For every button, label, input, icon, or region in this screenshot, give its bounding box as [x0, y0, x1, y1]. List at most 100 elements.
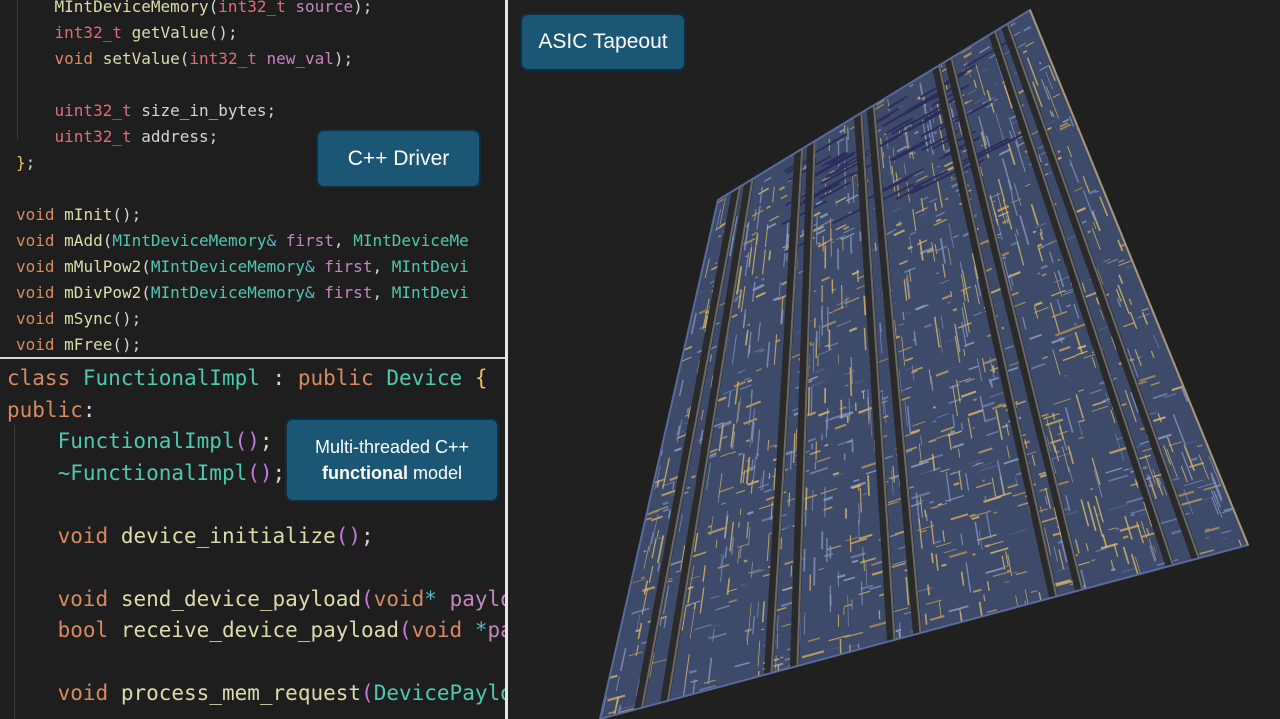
code-token: int32_t — [54, 23, 122, 42]
callout-model-rest: model — [407, 463, 463, 483]
code-token: mFree — [64, 335, 113, 354]
code-token: () — [234, 429, 260, 453]
code-token: ~FunctionalImpl — [57, 460, 248, 485]
code-token: void — [57, 523, 109, 548]
callout-model-line2: functional model — [322, 460, 462, 486]
code-token: first — [324, 257, 373, 276]
code-token: & — [266, 231, 277, 250]
callout-model-line1: Multi-threaded C++ — [314, 437, 470, 457]
code-line: FunctionalImpl(); — [7, 426, 273, 457]
code-line: void mMulPow2(MIntDeviceMemory& first, M… — [16, 254, 469, 280]
code-pane-functional-model: class FunctionalImpl : public Device { pu… — [0, 359, 505, 719]
code-line: int32_t getValue(); — [16, 20, 238, 46]
code-token: int32_t — [189, 49, 257, 68]
code-token: new_val — [266, 49, 334, 68]
code-token: & — [305, 283, 315, 302]
code-token: void — [411, 618, 463, 642]
code-token: MIntDevi — [391, 283, 469, 302]
code-token: void — [16, 309, 55, 328]
code-token: mAdd — [64, 231, 103, 250]
chip-layout-image — [598, 8, 1250, 719]
code-token: ( — [102, 231, 113, 250]
code-line: void mInit(); — [16, 202, 141, 228]
code-token: paylo — [449, 586, 505, 611]
callout-model-bold: functional — [321, 463, 408, 483]
code-line: uint32_t address; — [16, 124, 219, 150]
code-token: uint32_t — [54, 101, 132, 120]
code-token: pa — [487, 618, 505, 642]
code-token: mDivPow2 — [64, 283, 142, 302]
code-token: MIntDeviceMemory — [16, 0, 209, 16]
code-token: ; — [361, 523, 374, 548]
code-line: void process_mem_request(DevicePaylo — [7, 678, 505, 709]
code-token: void — [57, 586, 109, 611]
code-token: void — [16, 257, 55, 276]
code-token: bool — [57, 618, 109, 642]
callout-asic-tapeout: ASIC Tapeout — [520, 13, 686, 71]
code-token: (); — [112, 205, 142, 224]
code-token: (); — [112, 309, 142, 328]
code-token: void — [16, 231, 55, 250]
code-token: & — [305, 257, 315, 276]
code-token: FunctionalImpl — [82, 366, 260, 390]
code-token: (); — [112, 335, 142, 354]
code-token: uint32_t — [54, 127, 132, 146]
code-token: ); — [353, 0, 373, 16]
code-token: (); — [208, 23, 238, 42]
code-token: device_initialize — [120, 523, 336, 548]
code-token: ( — [208, 0, 219, 16]
code-token: process_mem_request — [120, 681, 362, 705]
code-token: public — [7, 397, 83, 422]
code-token: first — [324, 283, 373, 302]
code-token: { — [474, 366, 488, 390]
callout-cpp-driver: C++ Driver — [316, 129, 481, 188]
code-token: ); — [333, 49, 354, 68]
code-token: ( — [141, 257, 151, 276]
code-line: MIntDeviceMemory(int32_t source); — [16, 0, 373, 20]
code-line: void mFree(); — [16, 332, 141, 357]
code-token: Device — [386, 366, 463, 390]
callout-asic-tapeout-label: ASIC Tapeout — [538, 30, 668, 53]
code-token: } — [16, 153, 26, 172]
code-line: }; — [16, 150, 35, 176]
code-token: , — [372, 257, 392, 276]
code-token: DevicePaylo — [373, 681, 505, 705]
code-token: MIntDeviceMemory — [112, 231, 267, 250]
code-token: () — [247, 460, 273, 485]
code-token: mSync — [64, 309, 113, 328]
code-token: ( — [141, 283, 151, 302]
code-line: class FunctionalImpl : public Device { — [7, 363, 488, 394]
code-token: , — [333, 231, 354, 250]
code-token: int32_t — [218, 0, 286, 16]
callout-functional-model: Multi-threaded C++ functional model — [285, 418, 499, 502]
code-token: receive_device_payload — [120, 618, 399, 642]
code-line: ~FunctionalImpl(); — [7, 458, 286, 489]
code-token: MIntDeviceMemory — [150, 257, 305, 276]
code-token: ( — [398, 618, 412, 642]
code-token: address; — [131, 127, 219, 146]
code-token: void — [16, 205, 55, 224]
code-token: size_in_bytes; — [131, 101, 277, 120]
code-line: void send_device_payload(void* paylo — [7, 584, 505, 615]
code-token: ( — [361, 586, 374, 611]
code-token: * — [474, 618, 488, 642]
code-line: void mAdd(MIntDeviceMemory& first, MIntD… — [16, 228, 469, 254]
code-line: uint32_t size_in_bytes; — [16, 98, 277, 124]
code-token: MIntDeviceMemory — [150, 283, 305, 302]
code-token: void — [16, 335, 55, 354]
